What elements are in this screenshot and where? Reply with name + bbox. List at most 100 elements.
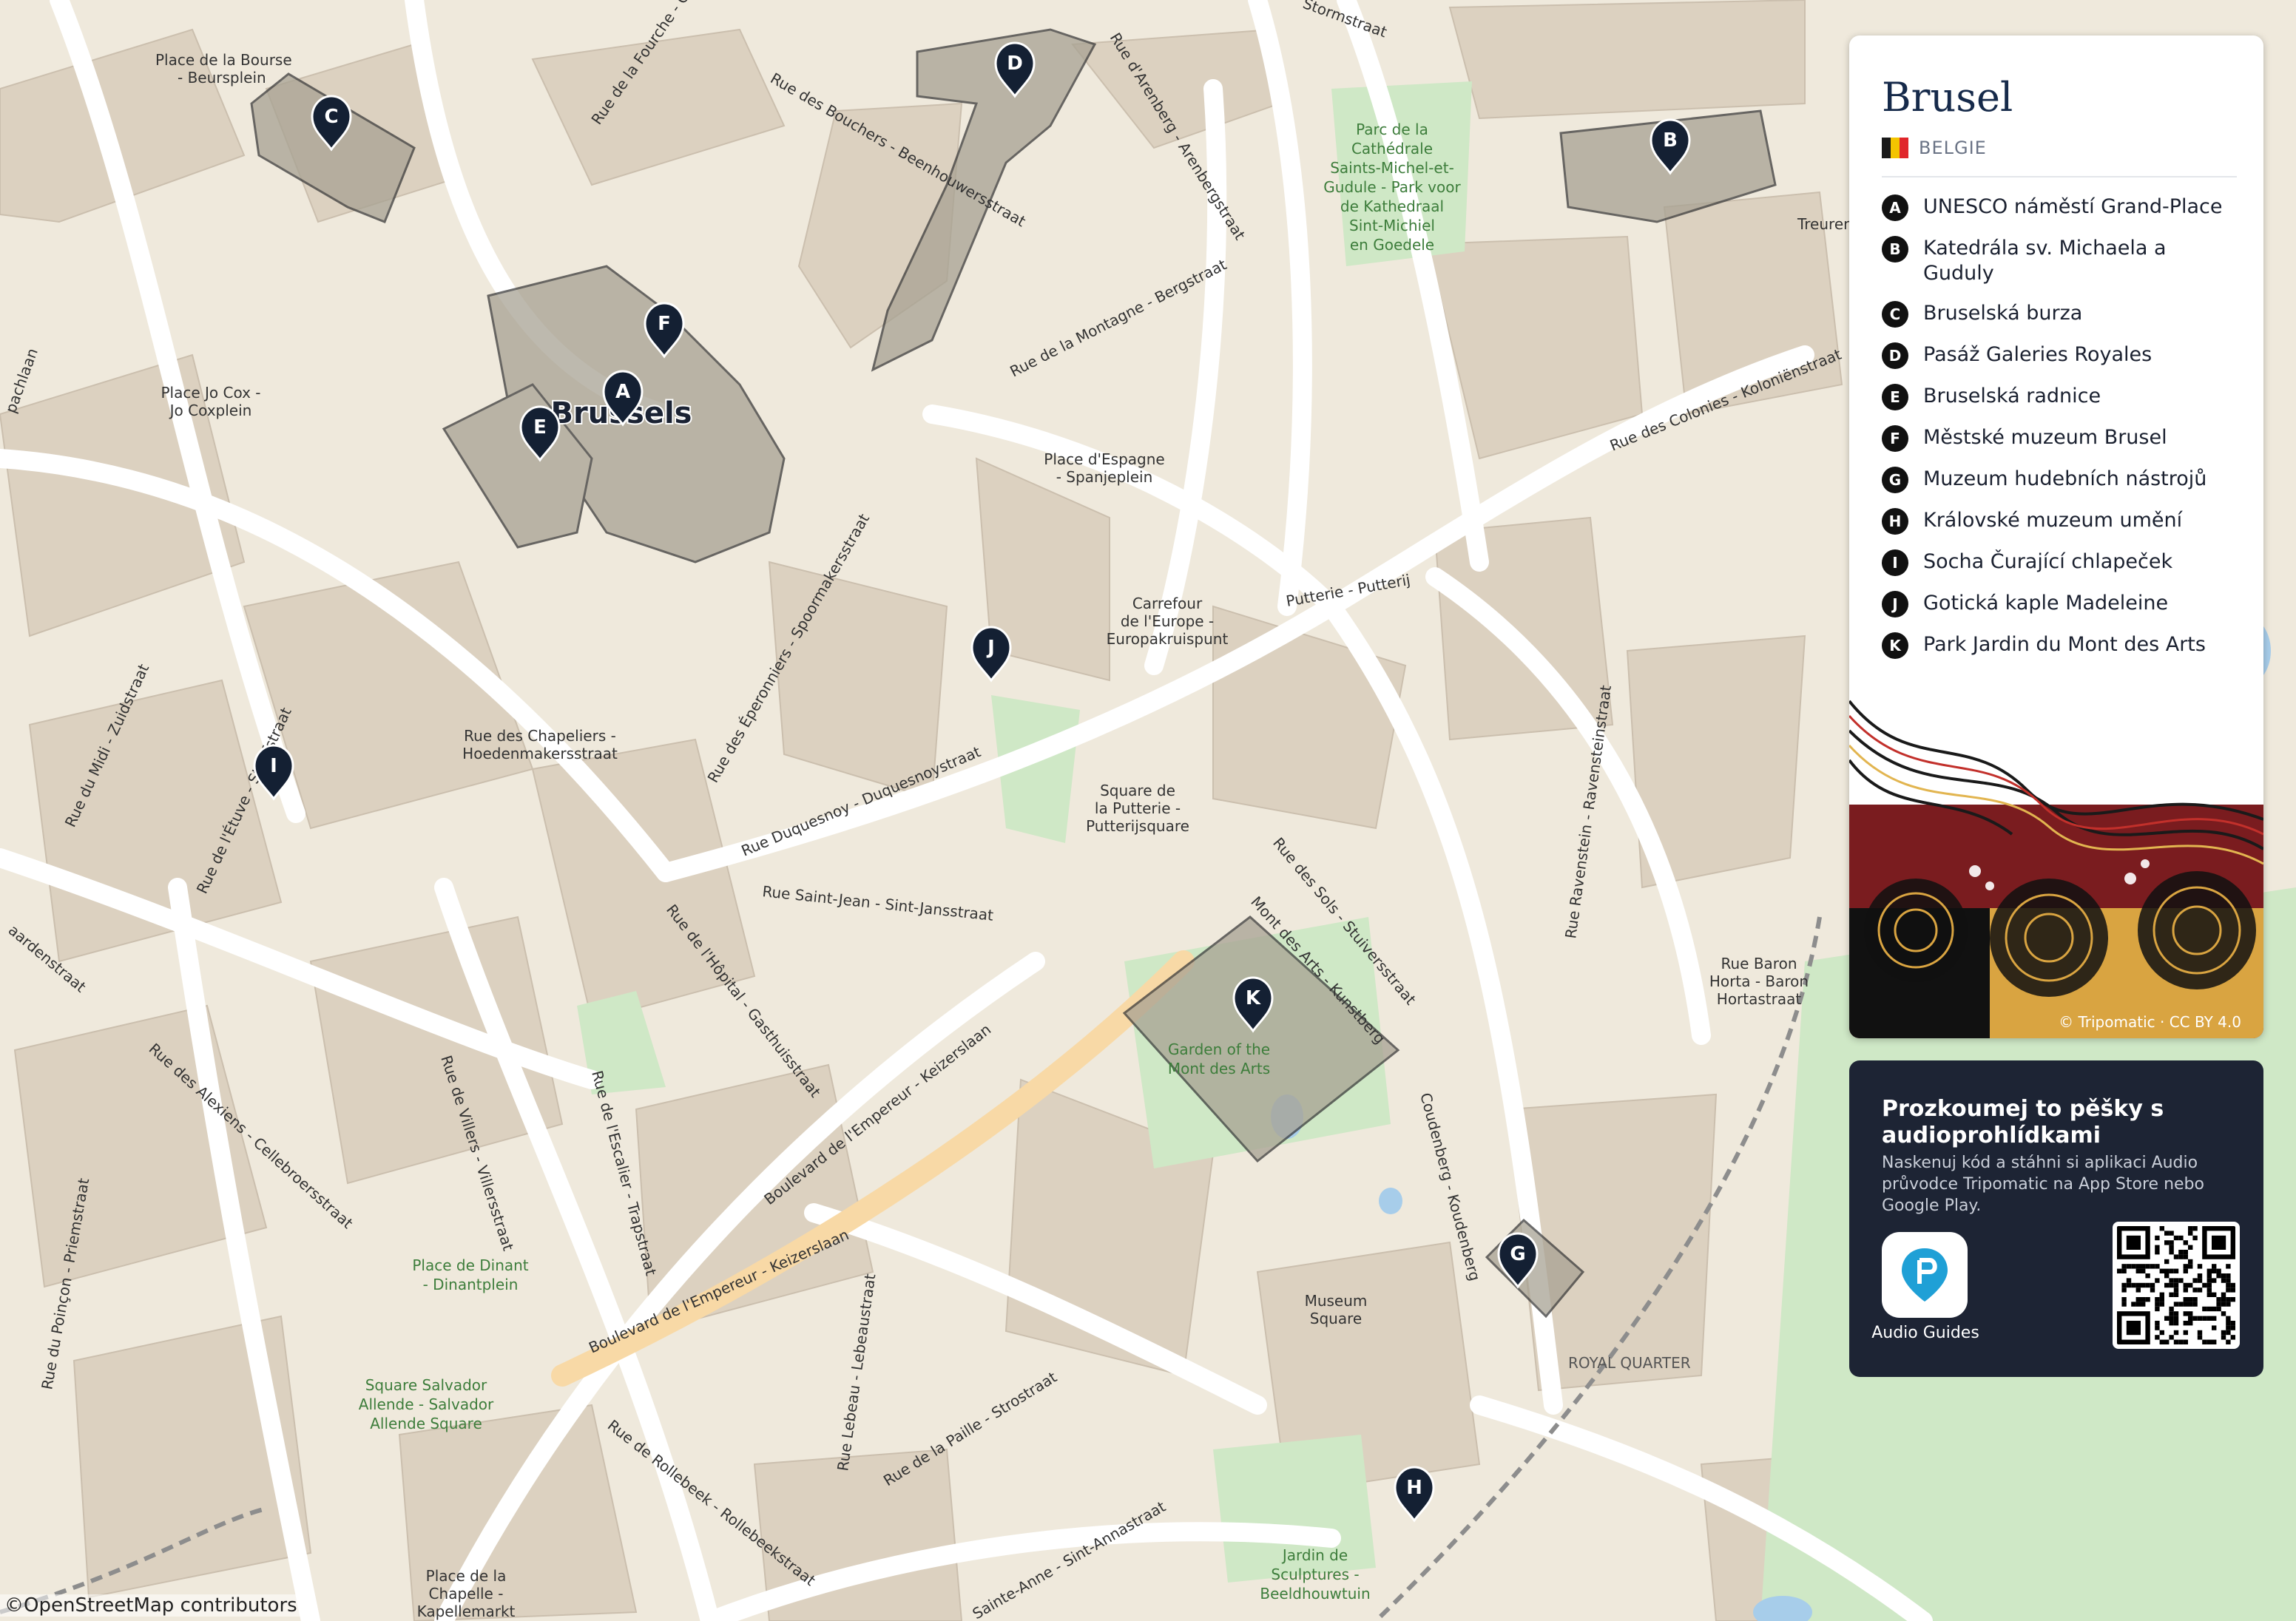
label-park: Mont des Arts (1168, 1060, 1270, 1077)
poi-letter-badge: F (1882, 425, 1908, 452)
label-park: Cathédrale (1351, 140, 1433, 158)
map-pin-letter: E (533, 416, 547, 439)
poi-label: Městské muzeum Brusel (1923, 426, 2167, 449)
poi-label: Bruselská burza (1923, 302, 2083, 325)
label-street: Rue Baron (1721, 955, 1797, 972)
poi-label: Park Jardin du Mont des Arts (1923, 633, 2206, 656)
lace-ornament-image (1849, 700, 2263, 1038)
label-square: Place de la (426, 1567, 507, 1585)
poi-list-item[interactable]: F Městské muzeum Brusel (1882, 425, 2241, 452)
poi-list-item[interactable]: C Bruselská burza (1882, 301, 2241, 328)
label-square: Putterijsquare (1086, 817, 1189, 835)
label-square: de l'Europe - (1121, 612, 1214, 630)
poi-label: UNESCO náměstí Grand-Place (1923, 195, 2223, 218)
label-park: Saints-Michel-et- (1330, 159, 1454, 177)
label-square: Place Jo Cox - (161, 384, 260, 402)
poi-list-item[interactable]: J Gotická kaple Madeleine (1882, 591, 2241, 617)
map-pin-letter: F (658, 313, 671, 335)
audio-guides-app-icon[interactable] (1882, 1232, 1968, 1318)
app-label: Audio Guides (1871, 1324, 1979, 1342)
poi-label: Katedrála sv. Michaela a Guduly (1923, 237, 2167, 285)
poi-list-item[interactable]: E Bruselská radnice (1882, 384, 2241, 410)
poi-label: Muzeum hudebních nástrojů (1923, 467, 2207, 490)
poi-list-item[interactable]: B Katedrála sv. Michaela a Guduly (1882, 236, 2241, 286)
poi-list-item[interactable]: H Královské muzeum umění (1882, 508, 2241, 535)
map-pin-letter: K (1246, 987, 1261, 1009)
label-street: Hoedenmakersstraat (462, 745, 618, 762)
label-park: Gudule - Park voor (1323, 178, 1461, 196)
label-district: ROYAL QUARTER (1568, 1354, 1691, 1372)
country-name: BELGIE (1919, 138, 1987, 158)
label-street: Treuren (1797, 215, 1853, 233)
poi-list-item[interactable]: I Socha Čurající chlapeček (1882, 549, 2241, 576)
poi-letter-badge: J (1882, 591, 1908, 617)
promo-title: Prozkoumej to pěšky s audioprohlídkami (1882, 1096, 2164, 1148)
label-square: Square Salvador (365, 1376, 487, 1394)
poi-letter-badge: D (1882, 342, 1908, 369)
map-pin-letter: C (324, 106, 338, 128)
label-square: Chapelle - (429, 1585, 504, 1603)
panel-divider (1882, 176, 2237, 177)
label-park: Jardin de (1281, 1546, 1348, 1564)
map-pin-letter: A (615, 381, 630, 403)
label-square: Jo Coxplein (169, 402, 252, 419)
poi-label: Gotická kaple Madeleine (1923, 592, 2169, 615)
label-square: Allende - Salvador (359, 1395, 494, 1413)
poi-list-item[interactable]: G Muzeum hudebních nástrojů (1882, 467, 2241, 493)
label-park: Sint-Michiel (1349, 217, 1435, 234)
label-street: Hortastraat (1717, 990, 1802, 1008)
poi-list: A UNESCO náměstí Grand-Place B Katedrála sv… (1882, 194, 2241, 674)
label-square: la Putterie - (1095, 799, 1181, 817)
legend-panel: Brusel BELGIE A UNESCO náměstí Grand-Plac… (1849, 35, 2263, 1038)
label-park: de Kathedraal (1340, 197, 1444, 215)
poi-label: Pasáž Galeries Royales (1923, 343, 2152, 366)
panel-title: Brusel (1882, 74, 2013, 121)
map-pin-letter: D (1007, 53, 1023, 75)
poi-list-item[interactable]: K Park Jardin du Mont des Arts (1882, 632, 2241, 659)
label-park: Garden of the (1168, 1040, 1270, 1058)
poi-letter-badge: I (1882, 549, 1908, 576)
poi-letter-badge: B (1882, 236, 1908, 263)
label-square: Museum (1305, 1292, 1368, 1310)
image-credit: © Tripomatic · CC BY 4.0 (2059, 1013, 2241, 1031)
belgium-flag-icon (1882, 138, 1908, 158)
poi-list-item[interactable]: A UNESCO náměstí Grand-Place (1882, 194, 2241, 221)
label-square: Place d'Espagne (1044, 450, 1164, 468)
map-pin-letter: H (1406, 1477, 1422, 1499)
map-pin-letter: G (1510, 1243, 1525, 1265)
qr-code[interactable] (2113, 1222, 2240, 1349)
map-pin-letter: I (270, 755, 277, 777)
audio-guide-promo: Prozkoumej to pěšky s audioprohlídkami N… (1849, 1060, 2263, 1377)
poi-letter-badge: H (1882, 508, 1908, 535)
poi-letter-badge: C (1882, 301, 1908, 328)
label-square: - Dinantplein (423, 1276, 519, 1293)
label-square: Place de Dinant (412, 1256, 528, 1274)
map-pin-letter: J (986, 637, 995, 659)
label-square: Kapellemarkt (417, 1603, 516, 1620)
promo-text: Naskenuj kód a stáhni si aplikaci Audio … (1882, 1154, 2204, 1215)
label-bourse: Place de la Bourse (155, 51, 292, 69)
poi-letter-badge: A (1882, 194, 1908, 221)
label-square: Europakruispunt (1107, 630, 1229, 648)
poi-letter-badge: E (1882, 384, 1908, 410)
poi-label: Socha Čurající chlapeček (1923, 550, 2173, 573)
poi-label: Bruselská radnice (1923, 385, 2101, 407)
label-park: en Goedele (1350, 236, 1434, 254)
label-street: Rue des Chapeliers - (464, 727, 616, 745)
poi-letter-badge: G (1882, 467, 1908, 493)
poi-list-item[interactable]: D Pasáž Galeries Royales (1882, 342, 2241, 369)
label-square: - Spanjeplein (1056, 468, 1153, 486)
country-row: BELGIE (1882, 138, 1987, 158)
label-park: Parc de la (1356, 121, 1428, 138)
label-square: Allende Square (370, 1415, 482, 1432)
poi-label: Královské muzeum umění (1923, 509, 2183, 532)
label-park: Beeldhouwtuin (1260, 1585, 1370, 1603)
label-square: Square (1310, 1310, 1362, 1327)
label-park: Sculptures - (1271, 1566, 1359, 1583)
label-street: Horta - Baron (1709, 972, 1809, 990)
poi-letter-badge: K (1882, 632, 1908, 659)
label-bourse-nl: - Beursplein (178, 69, 266, 87)
map-attribution: ©OpenStreetMap contributors (0, 1594, 302, 1617)
label-square: Square de (1100, 782, 1175, 799)
location-pin-icon (1902, 1248, 1948, 1302)
